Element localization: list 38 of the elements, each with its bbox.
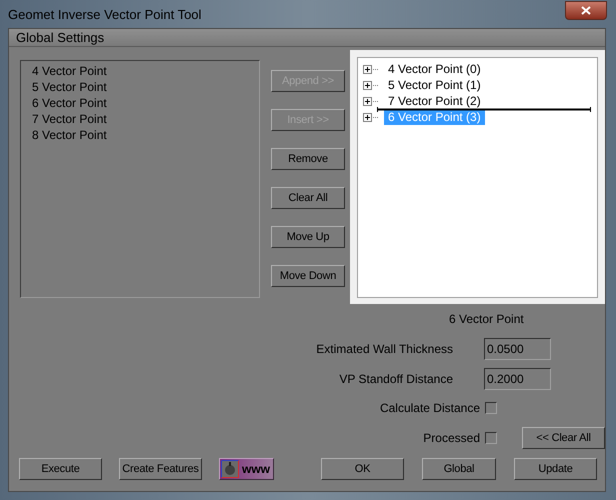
tree-view[interactable]: 4 Vector Point (0) 5 Vector Point (1) 7 Vector Point (2) 6 Vector Point (3)	[357, 57, 598, 298]
input-field[interactable]: 0.0500	[484, 338, 551, 360]
list-item[interactable]: 7 Vector Point	[32, 111, 259, 127]
checkbox[interactable]	[485, 402, 497, 414]
action-button[interactable]: Global	[422, 458, 496, 480]
checkbox[interactable]	[485, 432, 497, 444]
action-button[interactable]: Update	[514, 458, 597, 480]
expand-icon[interactable]	[363, 80, 379, 90]
clear-all-button[interactable]: << Clear All	[522, 427, 605, 449]
action-button[interactable]: Execute	[19, 458, 102, 480]
tree-item[interactable]: 4 Vector Point (0)	[384, 61, 485, 77]
current-item-label: 6 Vector Point	[449, 311, 524, 328]
expand-icon[interactable]	[363, 112, 379, 122]
list-item[interactable]: 6 Vector Point	[32, 95, 259, 111]
field-label: VP Standoff Distance	[338, 371, 453, 388]
section-title: Global Settings	[16, 28, 104, 47]
close-icon	[581, 6, 591, 15]
web-button[interactable]: www	[219, 458, 274, 480]
list-button[interactable]: Move Up	[271, 226, 345, 248]
tree-item[interactable]: 7 Vector Point (2)	[384, 93, 485, 109]
tree-item[interactable]: 5 Vector Point (1)	[384, 77, 485, 93]
expand-icon[interactable]	[363, 64, 379, 74]
field-label: Extimated Wall Thickness	[315, 341, 453, 358]
close-button[interactable]	[565, 1, 607, 20]
list-item[interactable]: 5 Vector Point	[32, 79, 259, 95]
list-button[interactable]: Clear All	[271, 187, 345, 209]
list-item[interactable]: 8 Vector Point	[32, 127, 259, 143]
window-title: Geomet Inverse Vector Point Tool	[8, 6, 202, 24]
action-button[interactable]: OK	[321, 458, 404, 480]
expand-icon[interactable]	[363, 96, 379, 106]
input-field[interactable]: 0.2000	[484, 368, 551, 390]
source-list[interactable]: 4 Vector Point 5 Vector Point 6 Vector Point 7 Vector Point 8 Vector Point	[20, 60, 260, 298]
list-button[interactable]: Remove	[271, 148, 345, 170]
checkbox-label: Processed	[422, 430, 480, 447]
list-button[interactable]: Move Down	[271, 265, 345, 287]
checkbox-label: Calculate Distance	[378, 400, 480, 417]
list-item[interactable]: 4 Vector Point	[32, 63, 259, 79]
action-button[interactable]: Create Features	[119, 458, 202, 480]
